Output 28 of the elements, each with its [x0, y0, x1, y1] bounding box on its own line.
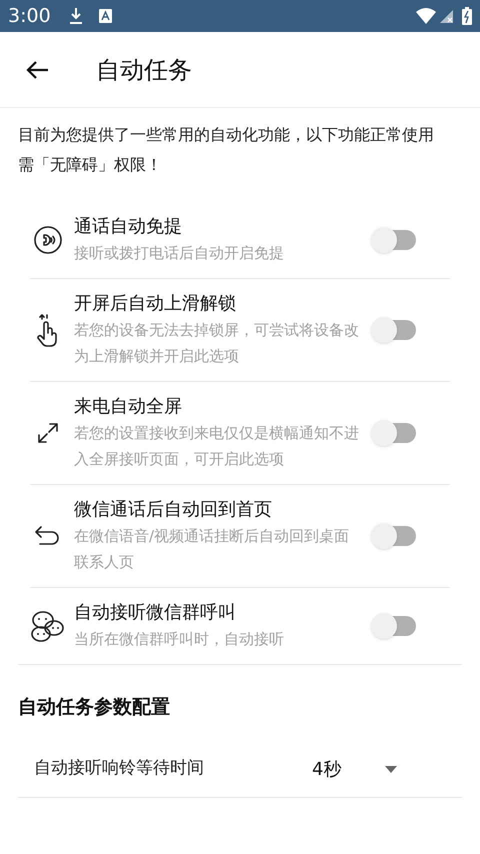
- setting-dropdown[interactable]: 4秒: [312, 756, 422, 782]
- expand-icon: [35, 420, 61, 446]
- task-title: 微信通话后自动回到首页: [74, 498, 273, 522]
- page-title: 自动任务: [96, 54, 192, 86]
- section-heading: 自动任务参数配置: [17, 695, 171, 720]
- download-icon: [68, 7, 83, 25]
- back-arrow-icon: [26, 60, 50, 80]
- keyboard-a-icon: [98, 9, 112, 23]
- caret-icon: [385, 766, 398, 772]
- undo-arrow-icon: [34, 525, 62, 547]
- intro-text: 目前为您提供了一些常用的自动化功能，以下功能正常使用需「无障碍」权限！: [17, 124, 435, 176]
- task-description: 当所在微信群呼叫时，自动接听: [74, 629, 285, 650]
- chat-bubbles-icon: [30, 609, 66, 643]
- wifi-icon: [416, 8, 436, 24]
- task-title: 开屏后自动上滑解锁: [74, 292, 237, 316]
- battery-icon: [462, 7, 472, 25]
- task-description: 若您的设备无法去掉锁屏，可尝试将设备改为上滑解锁并开启此选项: [74, 320, 360, 367]
- speaker-icon: [33, 225, 63, 255]
- task-description: 接听或拨打电话后自动开启免提: [74, 243, 285, 264]
- task-title: 通话自动免提: [74, 215, 183, 239]
- hand-pointer-icon: [36, 313, 60, 347]
- task-description: 若您的设置接收到来电仅仅是横幅通知不进入全屏接听页面，可开启此选项: [74, 423, 360, 470]
- task-title: 自动接听微信群呼叫: [74, 601, 237, 625]
- signal-icon: [440, 9, 454, 23]
- setting-label: 自动接听响铃等待时间: [34, 757, 205, 780]
- status-time: 3:00: [8, 4, 51, 29]
- task-title: 来电自动全屏: [74, 395, 183, 419]
- task-description: 在微信语音/视频通话挂断后自动回到桌面联系人页: [74, 526, 350, 573]
